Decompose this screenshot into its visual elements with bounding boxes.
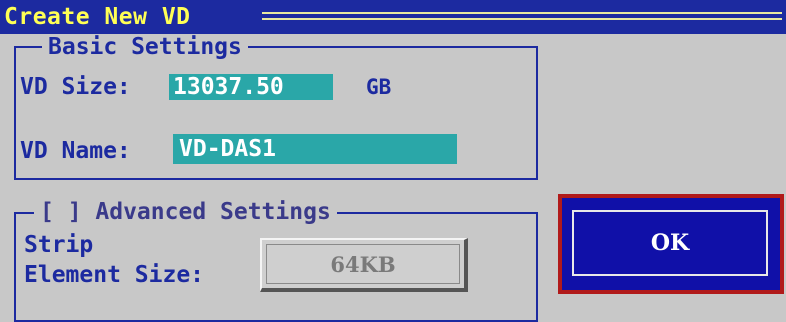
strip-label: Strip <box>24 232 94 258</box>
basic-settings-legend: Basic Settings <box>42 34 248 60</box>
title-divider-line <box>262 18 782 20</box>
element-size-label: Element Size: <box>24 262 205 288</box>
ok-button-inner-border: OK <box>572 210 768 276</box>
vd-size-unit: GB <box>366 75 392 99</box>
vd-size-label: VD Size: <box>20 74 131 100</box>
advanced-settings-checkbox[interactable]: [ ] Advanced Settings <box>34 199 337 225</box>
strip-size-value: 64KB <box>330 251 396 277</box>
bios-screen: Create New VD Basic Settings VD Size: 13… <box>0 0 786 322</box>
vd-name-label: VD Name: <box>20 138 131 164</box>
dialog-title: Create New VD <box>4 4 201 30</box>
vd-size-input[interactable]: 13037.50 <box>169 74 333 100</box>
title-divider-line <box>262 12 782 14</box>
ok-button[interactable]: OK <box>562 198 780 290</box>
strip-size-select[interactable]: 64KB <box>260 238 468 292</box>
ok-button-label: OK <box>650 230 690 256</box>
ok-button-focus-frame: OK <box>558 194 784 294</box>
title-bar: Create New VD <box>0 0 786 34</box>
vd-name-input[interactable]: VD-DAS1 <box>173 134 457 164</box>
